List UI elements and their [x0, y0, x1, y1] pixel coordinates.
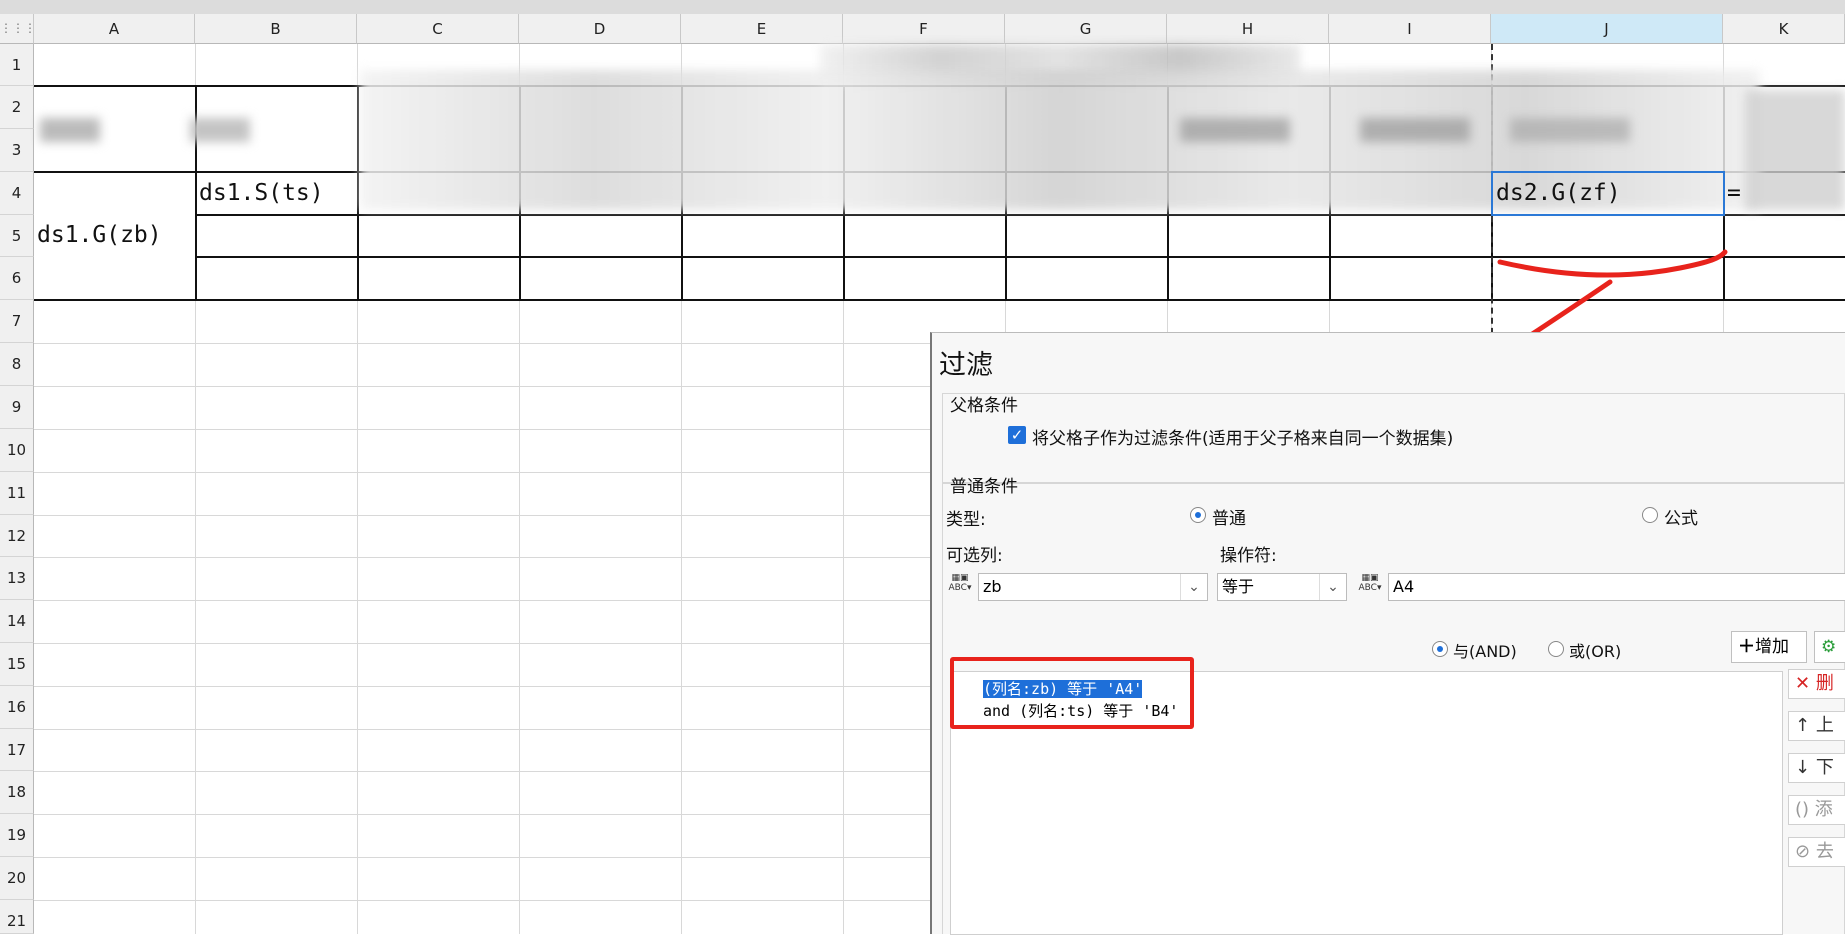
chevron-down-icon: ⌄: [1180, 574, 1207, 600]
operator-label: 操作符:: [1220, 546, 1277, 566]
move-up-button[interactable]: ↑ 上: [1788, 711, 1845, 741]
dialog-title: 过滤: [939, 350, 993, 381]
column-select[interactable]: zb ⌄: [978, 573, 1208, 601]
parent-filter-checkbox-label: 将父格子作为过滤条件(适用于父子格来自同一个数据集): [1032, 429, 1454, 449]
parent-condition-label: 父格条件: [950, 396, 1018, 416]
arrow-down-icon: ↓: [1795, 757, 1811, 778]
gear-button[interactable]: ⚙: [1814, 631, 1845, 663]
delete-button[interactable]: ✕ 删: [1788, 669, 1845, 699]
logic-or-label: 或(OR): [1569, 642, 1622, 661]
normal-condition-label: 普通条件: [950, 477, 1018, 497]
annotation-highlight-box: [950, 657, 1194, 729]
add-bracket-button-label: 添: [1814, 799, 1833, 820]
column-select-value: zb: [983, 577, 1002, 596]
value-input[interactable]: A4: [1388, 573, 1845, 601]
type-formula-radio[interactable]: [1642, 507, 1658, 523]
type-normal-radio[interactable]: [1190, 507, 1206, 523]
delete-button-label: 删: [1815, 673, 1834, 694]
add-button-label: 增加: [1755, 637, 1789, 657]
add-button[interactable]: ＋增加: [1731, 631, 1807, 663]
column-type-icon[interactable]: ▦▣ ABC▾: [946, 573, 974, 601]
remove-bracket-button[interactable]: ⊘ 去: [1788, 837, 1845, 867]
move-down-button-label: 下: [1815, 757, 1834, 778]
bracket-icon: (): [1795, 799, 1810, 820]
parent-filter-checkbox[interactable]: ✓: [1008, 426, 1026, 444]
close-icon: ✕: [1795, 673, 1811, 694]
remove-bracket-button-label: 去: [1815, 841, 1834, 862]
operator-select[interactable]: 等于 ⌄: [1217, 573, 1347, 601]
type-formula-label: 公式: [1664, 509, 1698, 529]
type-label: 类型:: [946, 510, 986, 530]
type-normal-label: 普通: [1212, 509, 1246, 529]
value-input-text: A4: [1393, 577, 1415, 596]
value-type-icon[interactable]: ▦▣ ABC▾: [1356, 573, 1384, 601]
move-up-button-label: 上: [1815, 715, 1834, 736]
remove-bracket-icon: ⊘: [1795, 841, 1811, 862]
logic-and-radio[interactable]: [1432, 641, 1448, 657]
column-label: 可选列:: [946, 546, 1003, 566]
chevron-down-icon: ⌄: [1319, 574, 1346, 600]
arrow-up-icon: ↑: [1795, 715, 1811, 736]
move-down-button[interactable]: ↓ 下: [1788, 753, 1845, 783]
logic-and-label: 与(AND): [1453, 642, 1517, 661]
filter-dialog: 过滤 父格条件 ✓ 将父格子作为过滤条件(适用于父子格来自同一个数据集) 普通条…: [930, 332, 1845, 935]
add-bracket-button[interactable]: () 添: [1788, 795, 1845, 825]
operator-select-value: 等于: [1222, 577, 1255, 596]
gear-icon: ⚙: [1821, 637, 1837, 657]
logic-or-radio[interactable]: [1548, 641, 1564, 657]
plus-icon: ＋: [1738, 637, 1755, 657]
